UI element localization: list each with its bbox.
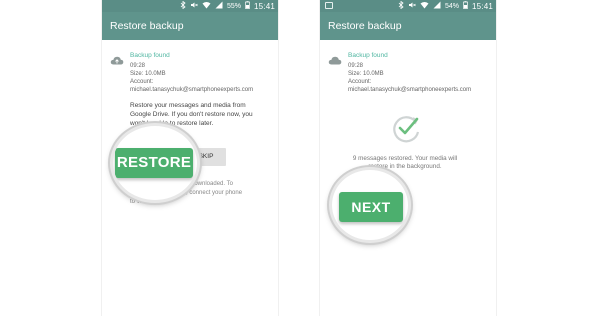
status-bar: 55% 15:41 [102,0,278,12]
account-label: Account: [348,79,372,85]
battery-percentage: 54% [444,2,459,10]
restored-line: 9 messages restored. Your media will [352,155,458,162]
backup-found-title: Backup found [348,52,388,59]
zoom-magnifier: RESTORE [110,123,200,203]
account-email: michael.tanasychuk@smartphoneexperts.com [348,87,472,93]
restore-button[interactable]: RESTORE [115,148,193,178]
description-line: Restore your messages and media from [130,102,246,109]
app-bar-title: Restore backup [102,12,278,40]
battery-percentage: 55% [226,2,241,10]
battery-icon [463,1,468,11]
wifi-icon [420,1,429,11]
zoom-magnifier: NEXT [329,167,411,243]
cloud-icon [328,52,342,65]
signal-icon [215,1,223,11]
restored-message: 9 messages restored. Your media will res… [330,155,480,171]
backup-time: 09:28 [348,63,364,69]
status-bar: 54% 15:41 [320,0,496,12]
app-bar-title: Restore backup [320,12,496,40]
status-time: 15:41 [253,1,275,11]
account-email: michael.tanasychuk@smartphoneexperts.com [130,87,254,93]
bluetooth-icon [180,0,186,11]
account-label: Account: [130,79,154,85]
bluetooth-icon [398,0,404,11]
status-time: 15:41 [471,1,493,11]
next-button[interactable]: NEXT [339,192,403,222]
description-line: Google Drive. If you don't restore now, … [130,111,253,118]
status-icons: 54% 15:41 [398,0,493,11]
cloud-icon [110,52,124,65]
mute-icon [190,1,198,11]
image-notification-icon [325,2,333,9]
backup-time: 09:28 [130,63,146,69]
check-circle-icon [389,113,423,145]
status-icons: 55% 15:41 [180,0,275,11]
backup-size: Size: 10.0MB [130,71,166,77]
battery-icon [245,1,250,11]
signal-icon [433,1,441,11]
backup-size: Size: 10.0MB [348,71,384,77]
backup-found-title: Backup found [130,52,170,59]
wifi-icon [202,1,211,11]
mute-icon [408,1,416,11]
